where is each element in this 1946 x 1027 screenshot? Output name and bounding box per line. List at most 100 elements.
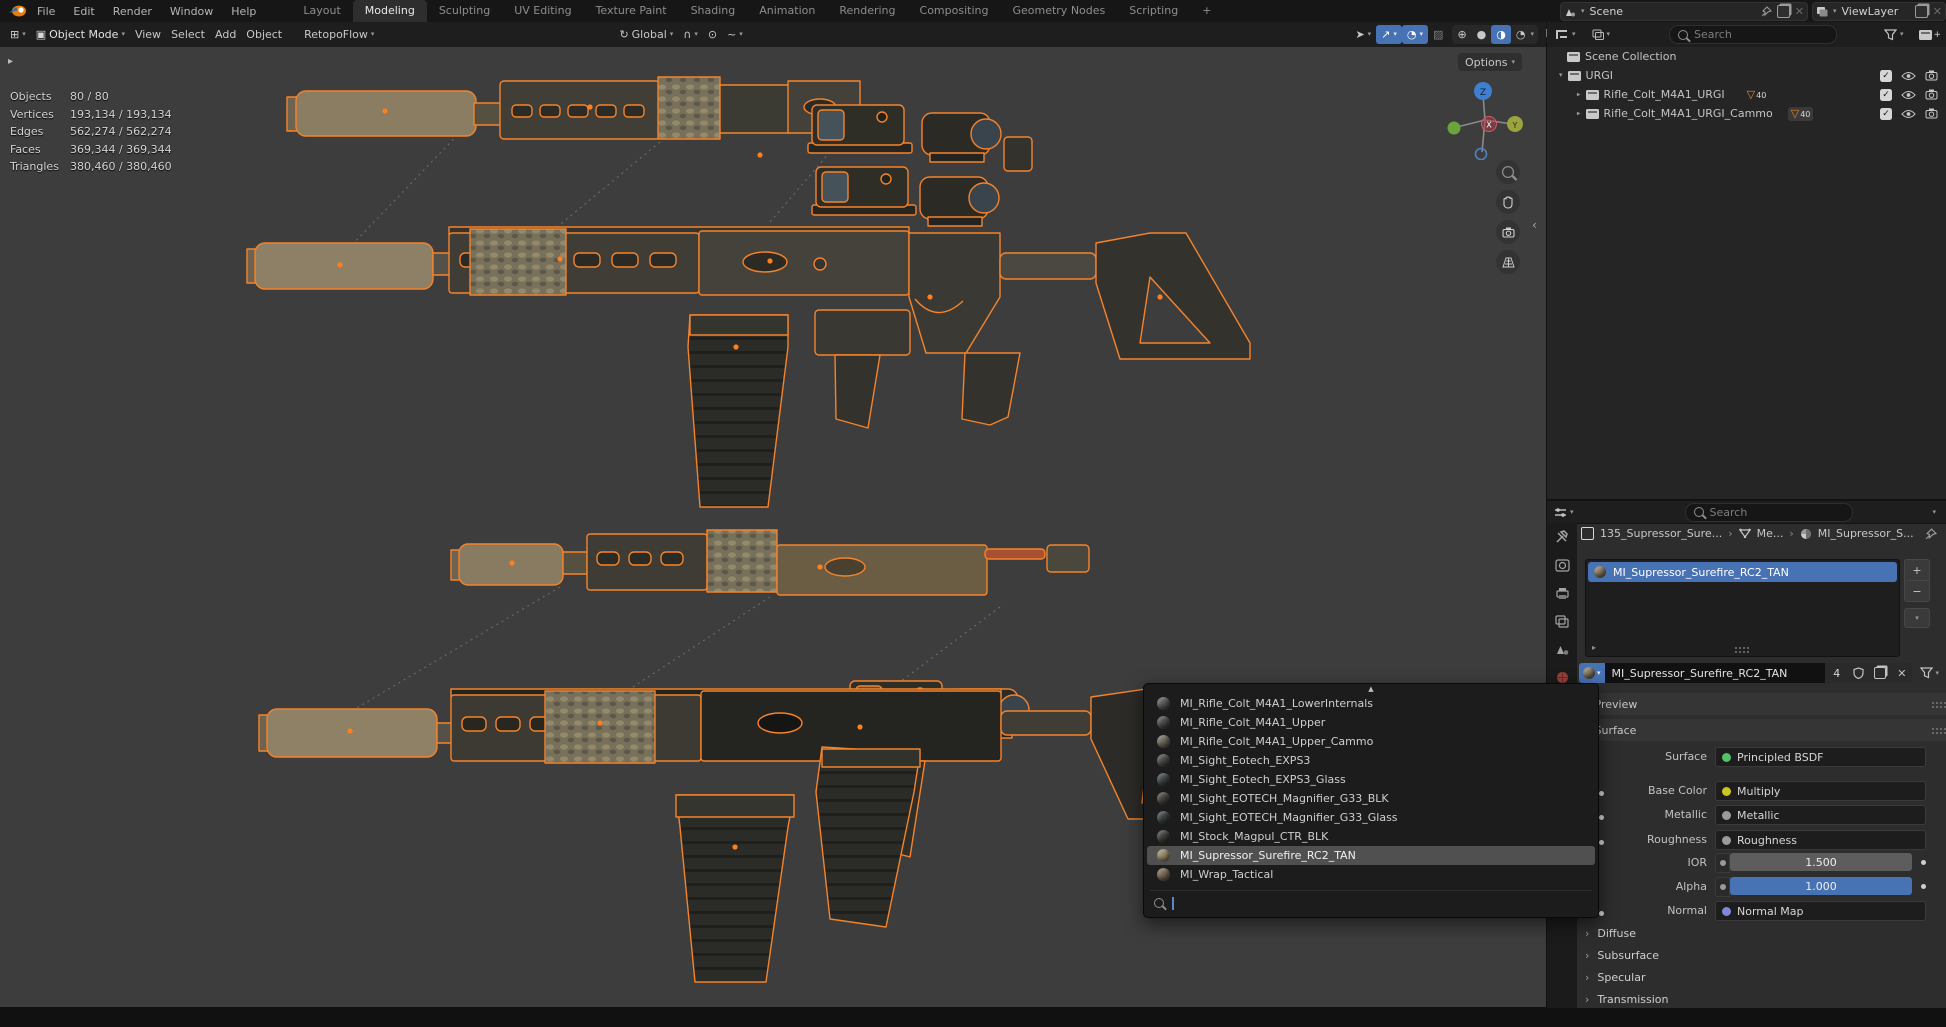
show-gizmo-toggle[interactable]: ➤ ▾ bbox=[1350, 25, 1376, 44]
outliner-row-scene-collection[interactable]: Scene Collection bbox=[1547, 47, 1946, 66]
material-name-field[interactable]: MI_Supressor_Surefire_RC2_TAN bbox=[1605, 663, 1826, 683]
outliner-search-input[interactable]: Search bbox=[1669, 25, 1837, 44]
tab-scene[interactable] bbox=[1547, 635, 1577, 663]
dropdown-item[interactable]: MI_Stock_Magpul_CTR_BLK bbox=[1147, 827, 1595, 846]
tab-sculpting[interactable]: Sculpting bbox=[427, 0, 502, 22]
toolbar-expand-button[interactable]: ▸ bbox=[8, 56, 13, 67]
menu-object[interactable]: Object bbox=[241, 25, 287, 44]
section-diffuse[interactable]: ›Diffuse bbox=[1585, 927, 1636, 940]
menu-help[interactable]: Help bbox=[222, 5, 265, 18]
retopoflow-menu[interactable]: RetopoFlow ▾ bbox=[299, 25, 379, 44]
dropdown-item[interactable]: MI_Rifle_Colt_M4A1_Upper bbox=[1147, 713, 1595, 732]
expand-icon[interactable]: ▾ bbox=[1559, 72, 1563, 79]
close-icon[interactable]: ✕ bbox=[1933, 5, 1942, 18]
tab-render[interactable] bbox=[1547, 551, 1577, 579]
dropdown-item-selected[interactable]: MI_Supressor_Surefire_RC2_TAN bbox=[1147, 846, 1595, 865]
tab-output[interactable] bbox=[1547, 579, 1577, 607]
camera-view-button[interactable] bbox=[1496, 220, 1520, 244]
roughness-field[interactable]: Roughness bbox=[1715, 830, 1926, 850]
tab-animation[interactable]: Animation bbox=[747, 0, 827, 22]
panel-drag-grip[interactable] bbox=[1931, 727, 1946, 734]
exclude-checkbox[interactable]: ✓ bbox=[1880, 108, 1892, 120]
exclude-checkbox[interactable]: ✓ bbox=[1880, 70, 1892, 82]
render-visibility-icon[interactable] bbox=[1925, 108, 1938, 119]
remove-slot-button[interactable]: − bbox=[1904, 581, 1930, 602]
properties-search-input[interactable]: Search bbox=[1685, 503, 1853, 522]
breadcrumb-material[interactable]: MI_Supressor_S... bbox=[1818, 527, 1914, 540]
menu-file[interactable]: File bbox=[28, 5, 64, 18]
breadcrumb-mesh[interactable]: Me... bbox=[1757, 527, 1784, 540]
shading-rendered-button[interactable]: ◔ bbox=[1511, 25, 1531, 44]
snapping-toggle[interactable]: ∩ ▾ bbox=[678, 25, 703, 44]
add-slot-button[interactable]: + bbox=[1904, 559, 1930, 581]
panel-drag-grip[interactable] bbox=[1931, 701, 1946, 708]
pan-tool-button[interactable] bbox=[1496, 190, 1520, 214]
mode-selector[interactable]: ▣ Object Mode ▾ bbox=[31, 25, 130, 44]
dropdown-item[interactable]: MI_Rifle_Colt_M4A1_LowerInternals bbox=[1147, 694, 1595, 713]
gizmos-toggle[interactable]: ↗ ▾ bbox=[1376, 25, 1402, 44]
outliner-display-mode[interactable]: ▾ bbox=[1551, 25, 1581, 44]
tab-view-layer[interactable] bbox=[1547, 607, 1577, 635]
section-subsurface[interactable]: ›Subsurface bbox=[1585, 949, 1659, 962]
outliner-filter-display[interactable]: ▾ bbox=[1587, 25, 1616, 44]
options-button[interactable]: Options ▾ bbox=[1458, 53, 1522, 71]
tab-uv-editing[interactable]: UV Editing bbox=[502, 0, 583, 22]
close-icon[interactable]: ✕ bbox=[1795, 5, 1804, 18]
menu-select[interactable]: Select bbox=[166, 25, 210, 44]
parts-bottom-suppressor-upper[interactable] bbox=[451, 530, 1089, 595]
render-visibility-icon[interactable] bbox=[1925, 70, 1938, 81]
copy-icon[interactable] bbox=[1777, 5, 1790, 18]
normal-field[interactable]: Normal Map bbox=[1715, 901, 1926, 921]
slot-specials-button[interactable]: ▾ bbox=[1904, 608, 1930, 628]
exclude-checkbox[interactable]: ✓ bbox=[1880, 89, 1892, 101]
shading-wireframe-button[interactable]: ⊕ bbox=[1452, 25, 1471, 44]
menu-edit[interactable]: Edit bbox=[64, 5, 103, 18]
expand-icon[interactable]: ▾ bbox=[1575, 112, 1582, 116]
users-count-button[interactable]: 4 bbox=[1825, 663, 1848, 683]
properties-editor-type[interactable]: ▾ bbox=[1549, 503, 1579, 522]
parts-top-suppressor-handguard[interactable] bbox=[287, 77, 860, 139]
scroll-up-icon[interactable]: ▲ bbox=[1144, 684, 1598, 694]
dropdown-item[interactable]: MI_Sight_Eotech_EXPS3_Glass bbox=[1147, 770, 1595, 789]
surface-panel-header[interactable]: ▾ Surface bbox=[1577, 719, 1946, 741]
decorator-dot[interactable] bbox=[1921, 884, 1926, 889]
outliner-filter-button[interactable]: ▾ bbox=[1879, 25, 1909, 44]
preview-panel-header[interactable]: ▾ Preview bbox=[1577, 693, 1946, 715]
proportional-falloff[interactable]: ~ ▾ bbox=[722, 25, 748, 44]
outliner-row-urgi[interactable]: ▾ URGI ✓ bbox=[1547, 66, 1946, 85]
dropdown-item[interactable]: MI_Wrap_Tactical bbox=[1147, 865, 1595, 884]
dropdown-item[interactable]: MI_Sight_EOTECH_Magnifier_G33_BLK bbox=[1147, 789, 1595, 808]
shading-solid-button[interactable]: ● bbox=[1472, 25, 1492, 44]
tab-geometry-nodes[interactable]: Geometry Nodes bbox=[1000, 0, 1117, 22]
list-resize-grip[interactable] bbox=[1734, 646, 1750, 653]
section-transmission[interactable]: ›Transmission bbox=[1585, 993, 1668, 1006]
render-visibility-icon[interactable] bbox=[1925, 89, 1938, 100]
overlays-toggle[interactable]: ◔ ▾ bbox=[1402, 25, 1428, 44]
surface-shader-field[interactable]: Principled BSDF bbox=[1715, 747, 1926, 767]
ortho-toggle-button[interactable] bbox=[1496, 250, 1520, 274]
tab-texture-paint[interactable]: Texture Paint bbox=[584, 0, 679, 22]
viewlayer-selector[interactable]: ▾ ViewLayer ✕ bbox=[1812, 2, 1946, 21]
dropdown-search-input[interactable] bbox=[1150, 890, 1592, 913]
parts-bottom-mag[interactable] bbox=[676, 795, 794, 982]
dropdown-item[interactable]: MI_Rifle_Colt_M4A1_Upper_Cammo bbox=[1147, 732, 1595, 751]
breadcrumb-object[interactable]: 135_Supressor_Sure... bbox=[1600, 527, 1722, 540]
material-specials-button[interactable]: ▾ bbox=[1920, 667, 1939, 679]
shading-material-button[interactable]: ◑ bbox=[1491, 25, 1511, 44]
metallic-field[interactable]: Metallic bbox=[1715, 805, 1926, 825]
section-specular[interactable]: ›Specular bbox=[1585, 971, 1645, 984]
hide-eye-icon[interactable] bbox=[1901, 90, 1916, 100]
tab-shading[interactable]: Shading bbox=[679, 0, 748, 22]
material-slot-selected[interactable]: MI_Supressor_Surefire_RC2_TAN bbox=[1588, 562, 1897, 582]
decorator-dot[interactable] bbox=[1921, 860, 1926, 865]
browse-material-button[interactable]: ▾ bbox=[1579, 663, 1605, 683]
add-workspace-button[interactable]: + bbox=[1190, 0, 1223, 22]
dropdown-item[interactable]: MI_Sight_Eotech_EXPS3 bbox=[1147, 751, 1595, 770]
menu-render[interactable]: Render bbox=[104, 5, 161, 18]
editor-type-button[interactable]: ⊞ ▾ bbox=[5, 25, 31, 44]
material-slot-list[interactable]: MI_Supressor_Surefire_RC2_TAN ▸ bbox=[1585, 559, 1900, 657]
menu-add[interactable]: Add bbox=[210, 25, 241, 44]
pin-icon[interactable] bbox=[1925, 528, 1937, 540]
menu-view[interactable]: View bbox=[130, 25, 166, 44]
scene-selector[interactable]: ▾ Scene ✕ bbox=[1560, 2, 1808, 21]
